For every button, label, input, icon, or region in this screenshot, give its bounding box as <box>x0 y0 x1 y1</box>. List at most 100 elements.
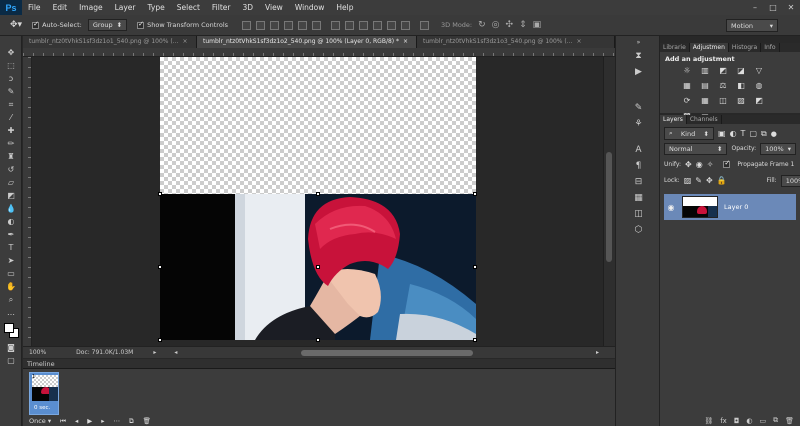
unify-visibility-icon[interactable]: ◉ <box>696 160 703 169</box>
quick-mask-icon[interactable]: ◙ <box>0 341 22 354</box>
tab-channels[interactable]: Channels <box>687 115 722 124</box>
layer-item[interactable]: ◉ Layer 0 <box>664 194 796 220</box>
properties-panel-icon[interactable]: ⊟ <box>616 174 661 190</box>
filter-type-icon[interactable]: T <box>741 129 746 138</box>
color-balance-icon[interactable]: ⚖ <box>718 81 728 91</box>
align-right-icon[interactable] <box>312 20 322 30</box>
align-bottom-icon[interactable] <box>270 20 280 30</box>
loop-select[interactable]: Once ▾ <box>29 417 51 425</box>
prev-frame-icon[interactable]: ◂ <box>75 417 78 425</box>
lock-image-icon[interactable]: ✎ <box>695 176 702 185</box>
menu-edit[interactable]: Edit <box>47 0 74 15</box>
first-frame-icon[interactable]: ⏮ <box>60 417 66 426</box>
color-lookup-icon[interactable]: ▦ <box>700 96 710 106</box>
menu-filter[interactable]: Filter <box>206 0 237 15</box>
actions-panel-icon[interactable]: ▶ <box>616 64 661 80</box>
menu-type[interactable]: Type <box>142 0 171 15</box>
clone-source-icon[interactable]: ⚘ <box>616 116 661 132</box>
auto-select-dropdown[interactable]: Group ⬍ <box>87 19 128 31</box>
transform-handle-bottom-right[interactable] <box>473 338 477 342</box>
menu-help[interactable]: Help <box>330 0 359 15</box>
paint-bucket-tool-icon[interactable]: ◩ <box>0 189 22 202</box>
black-white-icon[interactable]: ◧ <box>736 81 746 91</box>
vibrance-icon[interactable]: ▦ <box>682 81 692 91</box>
new-group-icon[interactable]: ▭ <box>759 417 766 425</box>
distribute-bottom-icon[interactable] <box>359 20 369 30</box>
frame-delay[interactable]: 0 sec. <box>34 405 50 411</box>
move-tool-icon[interactable]: ✥ <box>0 46 22 59</box>
align-top-icon[interactable] <box>242 20 252 30</box>
3d-drag-icon[interactable]: ✣ <box>506 20 514 30</box>
marquee-tool-icon[interactable]: ⬚ <box>0 59 22 72</box>
close-icon[interactable]: × <box>403 36 408 48</box>
minimize-button[interactable]: – <box>746 0 764 15</box>
vertical-scroll-thumb[interactable] <box>606 152 612 262</box>
distribute-right-icon[interactable] <box>401 20 411 30</box>
curves-icon[interactable]: ◩ <box>718 66 728 76</box>
tab-document-1[interactable]: tumblr_ntz0tVhkS1sf3dz1o1_540.png @ 100%… <box>23 36 197 48</box>
align-left-icon[interactable] <box>284 20 294 30</box>
character-panel-icon[interactable]: A <box>616 142 661 158</box>
filter-smart-object-icon[interactable]: ⧉ <box>761 129 767 139</box>
3d-panel-icon[interactable]: ⬡ <box>616 222 661 238</box>
tab-libraries[interactable]: Librarie <box>660 43 690 52</box>
layer-style-icon[interactable]: fx <box>720 417 727 425</box>
filter-pixel-icon[interactable]: ▣ <box>718 129 726 138</box>
blur-tool-icon[interactable]: 💧 <box>0 202 22 215</box>
panel-collapse-icon[interactable]: » <box>616 36 661 48</box>
scroll-right-icon[interactable]: ▸ <box>596 349 599 356</box>
new-layer-icon[interactable]: ⧉ <box>773 416 778 425</box>
more-tools-icon[interactable]: … <box>0 306 22 319</box>
distribute-hcenter-icon[interactable] <box>387 20 397 30</box>
posterize-icon[interactable]: ▨ <box>736 96 746 106</box>
brush-tool-icon[interactable]: ✏ <box>0 137 22 150</box>
scroll-left-icon[interactable]: ◂ <box>174 349 177 356</box>
next-frame-icon[interactable]: ▸ <box>101 417 104 425</box>
swatches-panel-icon[interactable]: ▦ <box>616 190 661 206</box>
add-mask-icon[interactable]: ◘ <box>734 417 740 425</box>
levels-icon[interactable]: ▥ <box>700 66 710 76</box>
unify-position-icon[interactable]: ✥ <box>685 160 692 169</box>
exposure-icon[interactable]: ◪ <box>736 66 746 76</box>
transform-handle-center[interactable] <box>316 265 320 269</box>
lock-position-icon[interactable]: ✥ <box>706 176 713 185</box>
fill-input[interactable]: 100% ▾ <box>780 174 800 187</box>
workspace-dropdown[interactable]: Motion ▾ <box>726 19 778 32</box>
foreground-color-swatch[interactable] <box>4 323 14 333</box>
menu-image[interactable]: Image <box>73 0 109 15</box>
dodge-tool-icon[interactable]: ◐ <box>0 215 22 228</box>
hue-saturation-icon[interactable]: ▤ <box>700 81 710 91</box>
transform-handle-top-right[interactable] <box>473 192 477 196</box>
3d-roll-icon[interactable]: ◎ <box>492 20 500 30</box>
threshold-icon[interactable]: ◩ <box>754 96 764 106</box>
filter-toggle-icon[interactable]: ● <box>771 130 777 138</box>
layer-filter-dropdown[interactable]: ⌕ Kind ⬍ <box>664 127 714 140</box>
brightness-icon[interactable]: ☼ <box>682 66 692 76</box>
auto-select-checkbox[interactable] <box>32 20 40 29</box>
lasso-tool-icon[interactable]: ↄ <box>0 72 22 85</box>
transform-handle-bottom-center[interactable] <box>316 338 320 342</box>
3d-slide-icon[interactable]: ⇕ <box>519 20 527 30</box>
clone-stamp-tool-icon[interactable]: ♜ <box>0 150 22 163</box>
pen-tool-icon[interactable]: ✒ <box>0 228 22 241</box>
close-icon[interactable]: × <box>182 36 187 48</box>
opacity-input[interactable]: 100% ▾ <box>760 142 796 155</box>
brush-panel-icon[interactable]: ✎ <box>616 100 661 116</box>
close-button[interactable]: ✕ <box>782 0 800 15</box>
vertical-scrollbar[interactable] <box>603 57 615 346</box>
align-hcenter-icon[interactable] <box>298 20 308 30</box>
hand-tool-icon[interactable]: ✋ <box>0 280 22 293</box>
close-icon[interactable]: × <box>576 36 581 48</box>
paragraph-panel-icon[interactable]: ¶ <box>616 158 661 174</box>
eye-icon[interactable]: ◉ <box>664 203 678 212</box>
zoom-tool-icon[interactable]: ⌕ <box>0 293 22 306</box>
blend-mode-dropdown[interactable]: Normal ⬍ <box>664 142 728 155</box>
filter-adjustment-icon[interactable]: ◐ <box>730 129 737 138</box>
timeline-header[interactable]: Timeline <box>23 359 615 369</box>
duplicate-frame-icon[interactable]: ⧉ <box>129 417 134 426</box>
show-transform-option[interactable]: Show Transform Controls <box>137 20 228 29</box>
link-layers-icon[interactable]: ⛓ <box>704 417 713 425</box>
play-icon[interactable]: ▶ <box>87 417 92 425</box>
delete-frame-icon[interactable]: 🗑 <box>143 417 151 425</box>
document-canvas[interactable] <box>160 57 476 340</box>
